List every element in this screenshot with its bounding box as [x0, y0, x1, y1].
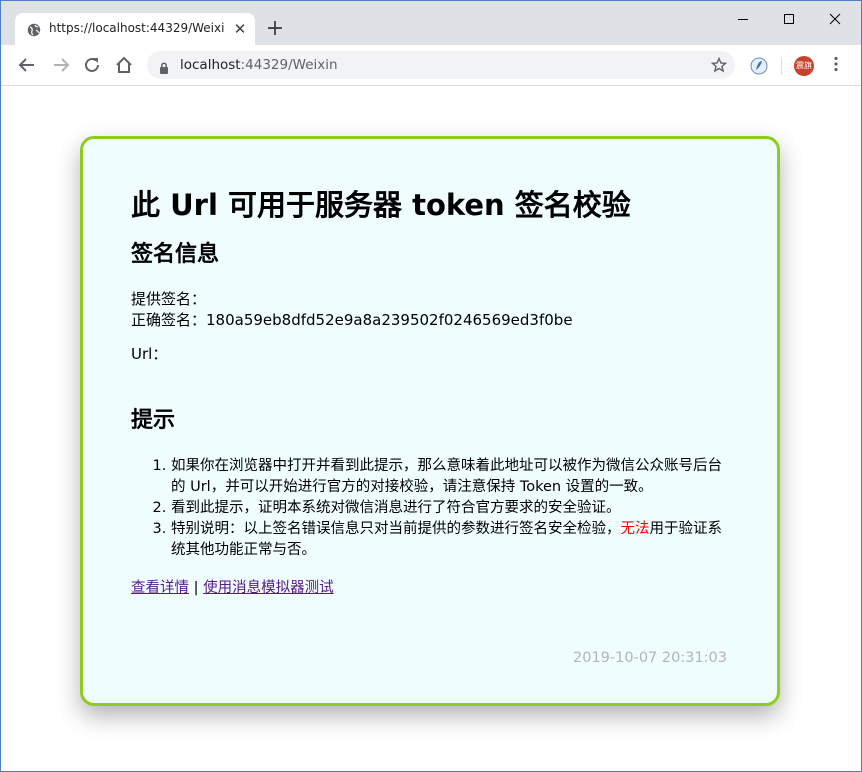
more-menu-icon[interactable] [834, 56, 838, 76]
correct-signature-label: 正确签名： [131, 311, 207, 329]
tip3-warning-text: 无法 [620, 521, 650, 537]
home-icon[interactable] [114, 55, 134, 75]
address-host: localhost [180, 57, 241, 73]
close-icon [829, 13, 841, 25]
tips-heading: 提示 [131, 408, 176, 433]
tips-list: 如果你在浏览器中打开并看到此提示，那么意味着此地址可以被作为微信公众账号后台的 … [131, 456, 729, 561]
message-simulator-link[interactable]: 使用消息模拟器测试 [203, 580, 334, 596]
timestamp: 2019-10-07 20:31:03 [573, 650, 727, 666]
address-url[interactable]: localhost:44329/Weixin [180, 57, 338, 73]
toolbar-divider [781, 57, 782, 75]
links-row: 查看详情 | 使用消息模拟器测试 [131, 578, 729, 599]
browser-window: https://localhost:44329/Weixin ✕ + local… [0, 0, 862, 772]
extension-icon[interactable] [750, 57, 768, 75]
minimize-button[interactable] [720, 1, 766, 35]
reload-icon[interactable] [82, 55, 102, 75]
url-label: Url： [131, 345, 168, 363]
tip3-text-start: 特别说明：以上签名错误信息只对当前提供的参数进行签名安全检验， [171, 521, 621, 537]
lock-icon[interactable] [159, 59, 169, 78]
correct-signature-row: 正确签名：180a59eb8dfd52e9a8a239502f0246569ed… [131, 310, 729, 331]
signature-heading: 签名信息 [131, 242, 220, 267]
tip-item: 如果你在浏览器中打开并看到此提示，那么意味着此地址可以被作为微信公众账号后台的 … [171, 456, 729, 498]
view-details-link[interactable]: 查看详情 [131, 580, 189, 596]
link-separator: | [189, 580, 204, 596]
page-viewport: 此 Url 可用于服务器 token 签名校验 签名信息 提供签名： 正确签名：… [1, 86, 861, 771]
new-tab-button[interactable]: + [263, 18, 287, 42]
globe-icon [27, 22, 41, 37]
maximize-icon [784, 14, 794, 24]
tip-item: 特别说明：以上签名错误信息只对当前提供的参数进行签名安全检验，无法用于验证系统其… [171, 519, 729, 561]
url-row: Url： [131, 344, 729, 365]
maximize-button[interactable] [766, 1, 812, 35]
provided-signature-label: 提供签名： [131, 290, 207, 308]
close-window-button[interactable] [812, 1, 858, 35]
correct-signature-value: 180a59eb8dfd52e9a8a239502f0246569ed3f0be [206, 311, 573, 329]
back-arrow-icon[interactable] [17, 55, 37, 75]
signature-info: 提供签名： 正确签名：180a59eb8dfd52e9a8a239502f024… [131, 289, 729, 365]
forward-arrow-icon[interactable] [51, 55, 71, 75]
tab-title: https://localhost:44329/Weixin [49, 21, 225, 35]
tab-close-icon[interactable]: ✕ [231, 20, 249, 38]
profile-avatar[interactable]: 震旗 [794, 56, 814, 76]
browser-toolbar: localhost:44329/Weixin 震旗 [1, 45, 861, 86]
provided-signature-row: 提供签名： [131, 289, 729, 310]
address-path: :44329/Weixin [240, 57, 338, 73]
tab-strip: https://localhost:44329/Weixin ✕ + [1, 1, 861, 45]
browser-tab[interactable]: https://localhost:44329/Weixin ✕ [15, 13, 255, 45]
tip-item: 看到此提示，证明本系统对微信消息进行了符合官方要求的安全验证。 [171, 498, 729, 519]
minimize-icon [738, 19, 748, 20]
page-title: 此 Url 可用于服务器 token 签名校验 [131, 188, 631, 222]
address-bar[interactable]: localhost:44329/Weixin [147, 51, 735, 79]
bookmark-star-icon[interactable] [710, 56, 728, 77]
signature-card: 此 Url 可用于服务器 token 签名校验 签名信息 提供签名： 正确签名：… [80, 136, 780, 706]
